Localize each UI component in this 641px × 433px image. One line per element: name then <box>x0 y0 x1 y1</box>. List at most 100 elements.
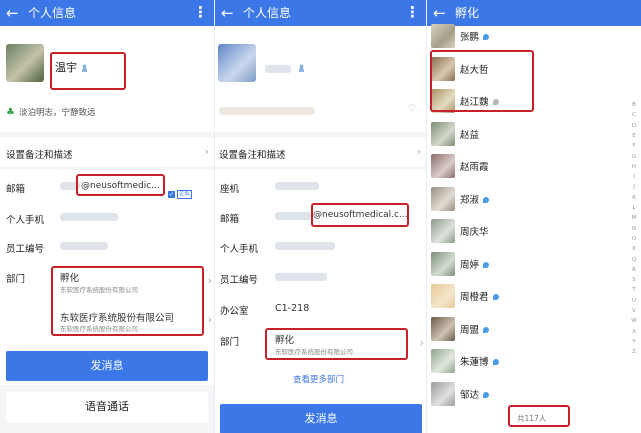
contact-row[interactable]: 周橙君 <box>427 280 641 312</box>
index-letter[interactable]: R <box>630 267 638 273</box>
index-letter[interactable]: H <box>630 164 638 170</box>
blurred-value <box>60 213 118 221</box>
highlight-box-email <box>311 203 409 227</box>
index-letter[interactable]: J <box>630 184 638 190</box>
contact-row[interactable]: 赵雨霞 <box>427 150 641 182</box>
highlight-box-contacts <box>430 50 534 112</box>
heart-icon[interactable]: ♡ <box>408 104 416 114</box>
contact-name: 邹达 <box>460 387 490 401</box>
index-letter[interactable]: P <box>630 246 638 252</box>
signature: ♣ 淡泊明志，宁静致远 <box>6 106 95 118</box>
status-badge-icon <box>483 391 490 398</box>
contact-avatar <box>431 121 455 146</box>
blurred-signature <box>219 107 315 115</box>
contact-name: 周橙君 <box>460 289 499 303</box>
highlight-box-email <box>76 174 165 196</box>
contact-row[interactable]: 赵益 <box>427 118 641 150</box>
index-letter[interactable]: E <box>630 133 638 139</box>
department-members-panel: ← 孵化 张鹏 赵大哲 赵江魏 赵益 赵雨霞 郑淑 周庆华 周婷 周橙君 周盟 朱蓮博 邹达 BCDE… <box>427 0 641 433</box>
person-icon <box>298 64 305 72</box>
avatar[interactable] <box>218 44 256 82</box>
email-label: 邮箱 <box>6 184 26 195</box>
page-title: 孵化 <box>455 6 480 20</box>
contact-avatar <box>431 381 455 406</box>
index-letter[interactable]: F <box>630 143 638 149</box>
send-message-button[interactable]: 发消息 <box>6 351 208 381</box>
index-letter[interactable]: U <box>630 298 638 304</box>
email-tag: 企业 <box>177 190 193 199</box>
index-letter[interactable]: N <box>630 226 638 232</box>
status-badge-icon <box>492 294 499 300</box>
voice-call-button[interactable]: 语音通话 <box>6 392 208 422</box>
remark-label: 设置备注和描述 <box>6 150 73 161</box>
index-letter[interactable]: X <box>630 329 638 335</box>
index-letter[interactable]: Y <box>630 339 638 345</box>
index-letter[interactable]: G <box>630 154 638 160</box>
blurred-name <box>265 65 291 73</box>
contact-name: 郑淑 <box>460 192 490 206</box>
status-badge-icon <box>483 261 490 268</box>
index-letter[interactable]: V <box>630 308 638 314</box>
back-arrow-icon[interactable]: ← <box>6 4 19 22</box>
contact-row[interactable]: 周婷 <box>427 248 641 280</box>
send-message-button[interactable]: 发消息 <box>220 404 422 433</box>
phone-label: 个人手机 <box>220 244 259 255</box>
index-letter[interactable]: S <box>630 277 638 283</box>
index-letter[interactable]: K <box>630 195 638 201</box>
index-letter[interactable]: L <box>630 205 638 211</box>
highlight-box-total <box>508 405 570 427</box>
contact-name: 周庆华 <box>460 227 489 238</box>
index-letter[interactable]: Z <box>630 349 638 355</box>
blurred-value <box>275 212 311 220</box>
avatar[interactable] <box>6 44 44 82</box>
index-letter[interactable]: Q <box>630 257 638 263</box>
seat-phone-label: 座机 <box>220 184 240 195</box>
page-title: 个人信息 <box>243 6 292 20</box>
remark-row[interactable]: 设置备注和描述 › <box>0 138 214 166</box>
chevron-right-icon: › <box>207 313 212 326</box>
top-bar: ← 个人信息 ⋮ <box>0 0 214 26</box>
index-letter[interactable]: D <box>630 123 638 129</box>
more-departments-link[interactable]: 查看更多部门 <box>293 373 344 385</box>
employee-id-label: 员工编号 <box>6 244 45 255</box>
verified-icon: ✓ 企业 <box>168 190 193 199</box>
contact-name: 周盟 <box>460 322 490 336</box>
index-letter[interactable]: C <box>630 112 638 118</box>
blurred-value <box>275 273 327 281</box>
contact-row[interactable]: 郑淑 <box>427 183 641 215</box>
index-letter[interactable]: B <box>630 102 638 108</box>
page-title: 个人信息 <box>28 6 77 20</box>
contact-avatar <box>431 219 455 243</box>
email-label: 邮箱 <box>220 214 240 225</box>
chevron-right-icon: › <box>207 274 212 287</box>
index-letter[interactable]: T <box>630 287 638 293</box>
contact-row[interactable]: 朱蓮博 <box>427 345 641 377</box>
status-badge-icon <box>492 359 499 365</box>
contact-row[interactable]: 周盟 <box>427 313 641 345</box>
more-vertical-icon[interactable]: ⋮ <box>405 3 420 21</box>
top-bar: ← 个人信息 ⋮ <box>215 0 426 26</box>
profile-panel-1: ← 个人信息 ⋮ 温宇 ♣ 淡泊明志，宁静致远 设置备注和描述 › 邮箱 @neu… <box>0 0 214 433</box>
index-letter[interactable]: I <box>630 174 638 180</box>
contact-avatar <box>431 284 455 308</box>
back-arrow-icon[interactable]: ← <box>221 4 234 22</box>
index-letter[interactable]: O <box>630 236 638 242</box>
contact-avatar <box>431 251 455 276</box>
index-letter[interactable]: M <box>630 215 638 221</box>
contact-avatar <box>431 316 455 341</box>
contact-row[interactable]: 张鹏 <box>427 20 641 52</box>
status-badge-icon <box>483 196 490 203</box>
highlight-box-dept <box>51 266 204 336</box>
chevron-right-icon: › <box>204 145 209 158</box>
phone-label: 个人手机 <box>6 215 45 226</box>
index-letter[interactable]: W <box>630 318 638 324</box>
profile-panel-2: ← 个人信息 ⋮ ♡ 设置备注和描述 › 座机 邮箱 @neusoftmedic… <box>215 0 426 433</box>
remark-row[interactable]: 设置备注和描述 › <box>215 138 426 166</box>
contact-row[interactable]: 周庆华 <box>427 215 641 247</box>
contact-name: 赵雨霞 <box>460 162 489 173</box>
more-vertical-icon[interactable]: ⋮ <box>193 3 208 21</box>
info-card: 座机 邮箱 @neusoftmedical.c... 个人手机 员工编号 办公室… <box>215 170 426 433</box>
highlight-box-dept <box>265 328 408 360</box>
remark-label: 设置备注和描述 <box>219 150 286 161</box>
profile-card: 温宇 ♣ 淡泊明志，宁静致远 <box>0 26 214 132</box>
